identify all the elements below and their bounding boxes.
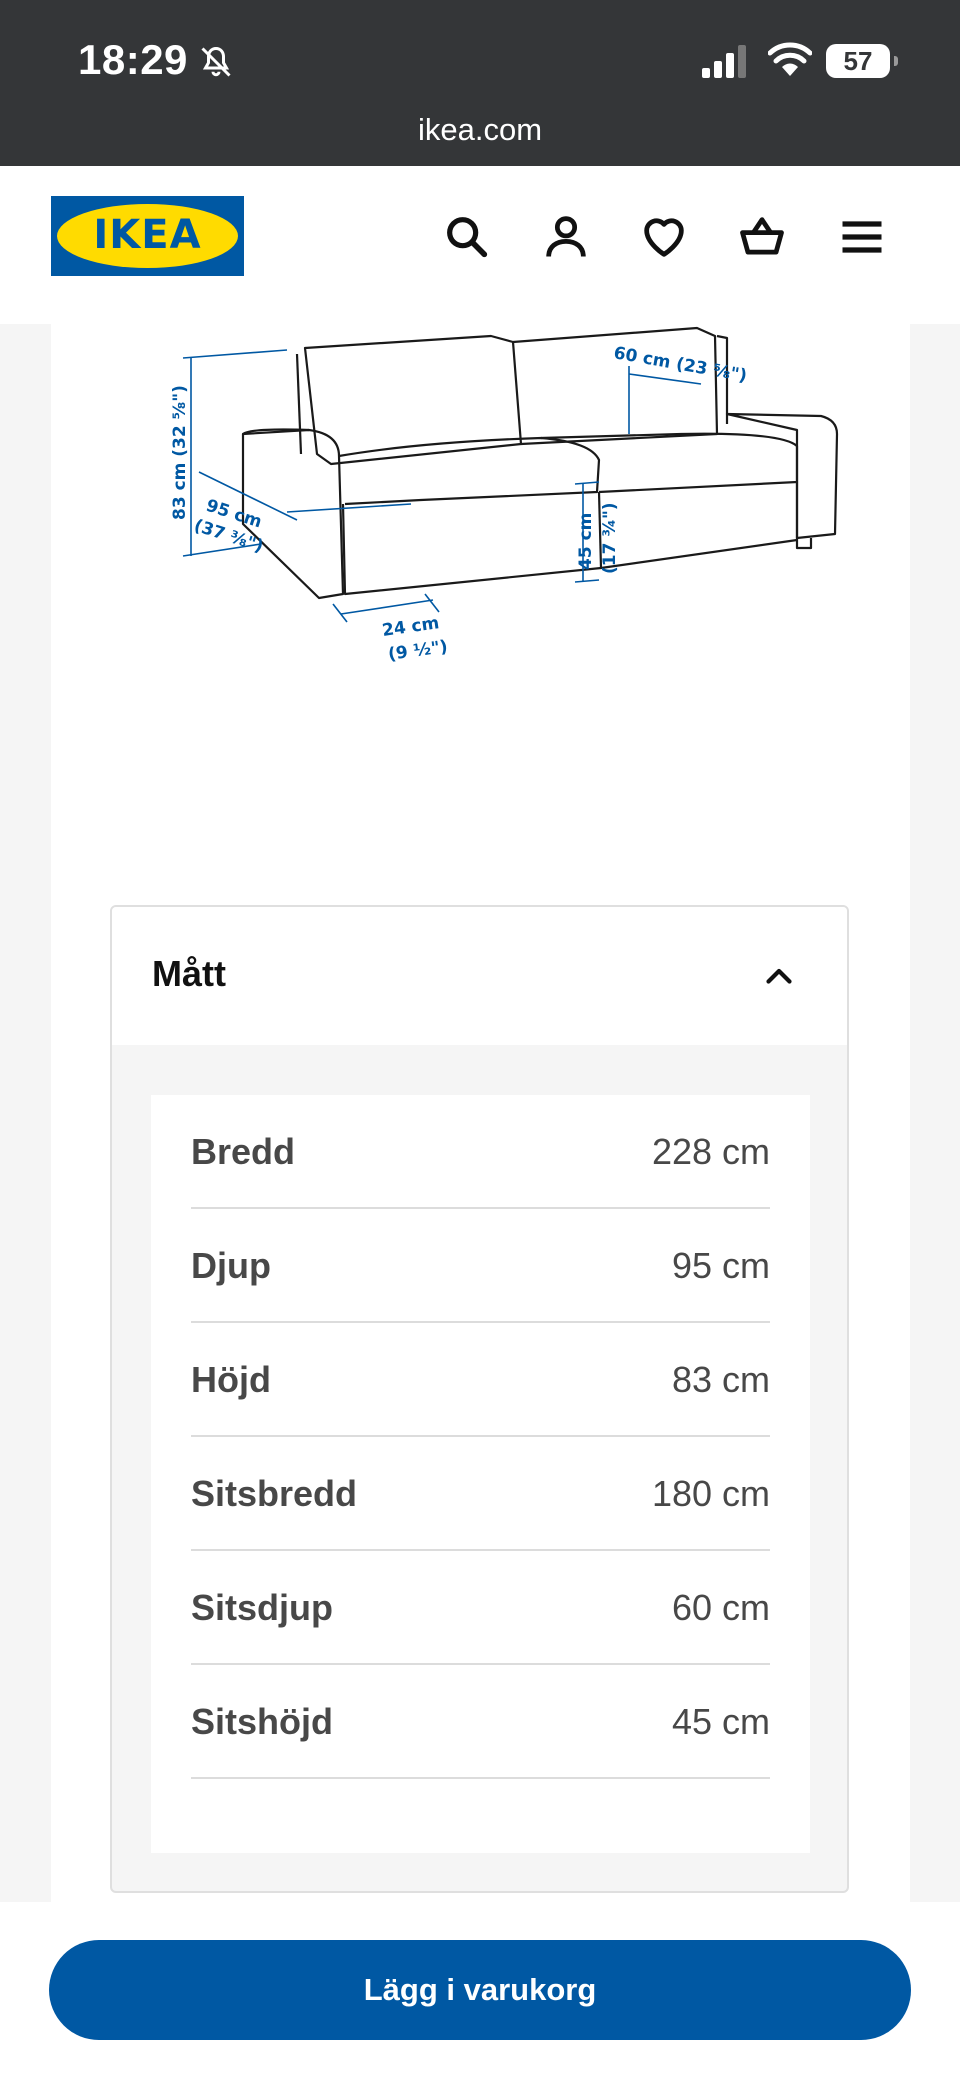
battery-icon: 57 [826,44,898,78]
dimension-row-sitsdjup: Sitsdjup 60 cm [191,1551,770,1665]
accordion-title: Mått [152,953,226,994]
product-card: 83 cm (32 ⅝") 95 cm (37 ⅜") 24 cm (9 ½")… [51,324,910,1902]
dimension-label: Sitsdjup [191,1587,333,1628]
dimension-value: 60 cm [671,1587,770,1628]
accordion-header[interactable]: Mått [112,907,847,1045]
bell-muted-icon [201,46,231,77]
dimension-label: Bredd [191,1131,296,1172]
dimension-height-label: 83 cm (32 ⅝") [170,385,190,520]
sofa-dimension-illustration: 83 cm (32 ⅝") 95 cm (37 ⅜") 24 cm (9 ½")… [170,326,839,665]
dimension-label: Sitsbredd [191,1473,358,1514]
ikea-logo[interactable]: IKEA [51,196,244,276]
search-icon[interactable] [441,211,493,263]
dimension-value: 95 cm [671,1245,770,1286]
dimension-label: Höjd [191,1359,271,1400]
basket-icon[interactable] [736,211,788,263]
site-header: IKEA [0,166,960,324]
dimension-arm-label: 24 cm [381,613,441,641]
dimension-arm-inch-label: (9 ½") [387,637,449,665]
menu-icon[interactable] [836,211,888,263]
browser-top-bar: 18:29 57 ikea.com [0,0,960,166]
dimension-value: 45 cm [671,1701,770,1742]
dimensions-accordion: Mått Bredd 228 cm Djup 95 cm Höjd 83 cm … [110,905,849,1893]
dimension-row-bredd: Bredd 228 cm [191,1095,770,1209]
cellular-signal-icon [702,45,746,78]
dimension-seat-height-inch-label: (17 ¾") [600,502,620,574]
dimension-row-sitsbredd: Sitsbredd 180 cm [191,1437,770,1551]
status-time: 18:29 [78,36,188,83]
dimension-row-sitshojd: Sitshöjd 45 cm [191,1665,770,1779]
dimension-value: 83 cm [671,1359,770,1400]
dimension-label: Sitshöjd [191,1701,333,1742]
add-to-cart-button[interactable]: Lägg i varukorg [49,1940,911,2040]
dimension-label: Djup [191,1245,271,1286]
account-icon[interactable] [540,211,592,263]
dimension-row-djup: Djup 95 cm [191,1209,770,1323]
dimensions-table: Bredd 228 cm Djup 95 cm Höjd 83 cm Sitsb… [151,1095,810,1853]
wifi-icon [768,42,812,76]
chevron-up-icon[interactable] [761,959,797,995]
bottom-action-bar: Lägg i varukorg [0,1902,960,2078]
url-bar[interactable]: ikea.com [0,112,960,148]
dimension-row-hojd: Höjd 83 cm [191,1323,770,1437]
logo-text: IKEA [93,212,202,258]
dimension-value: 180 cm [651,1473,770,1514]
dimension-seat-height-label: 45 cm [576,513,596,570]
dimension-value: 228 cm [651,1131,770,1172]
heart-icon[interactable] [638,211,690,263]
